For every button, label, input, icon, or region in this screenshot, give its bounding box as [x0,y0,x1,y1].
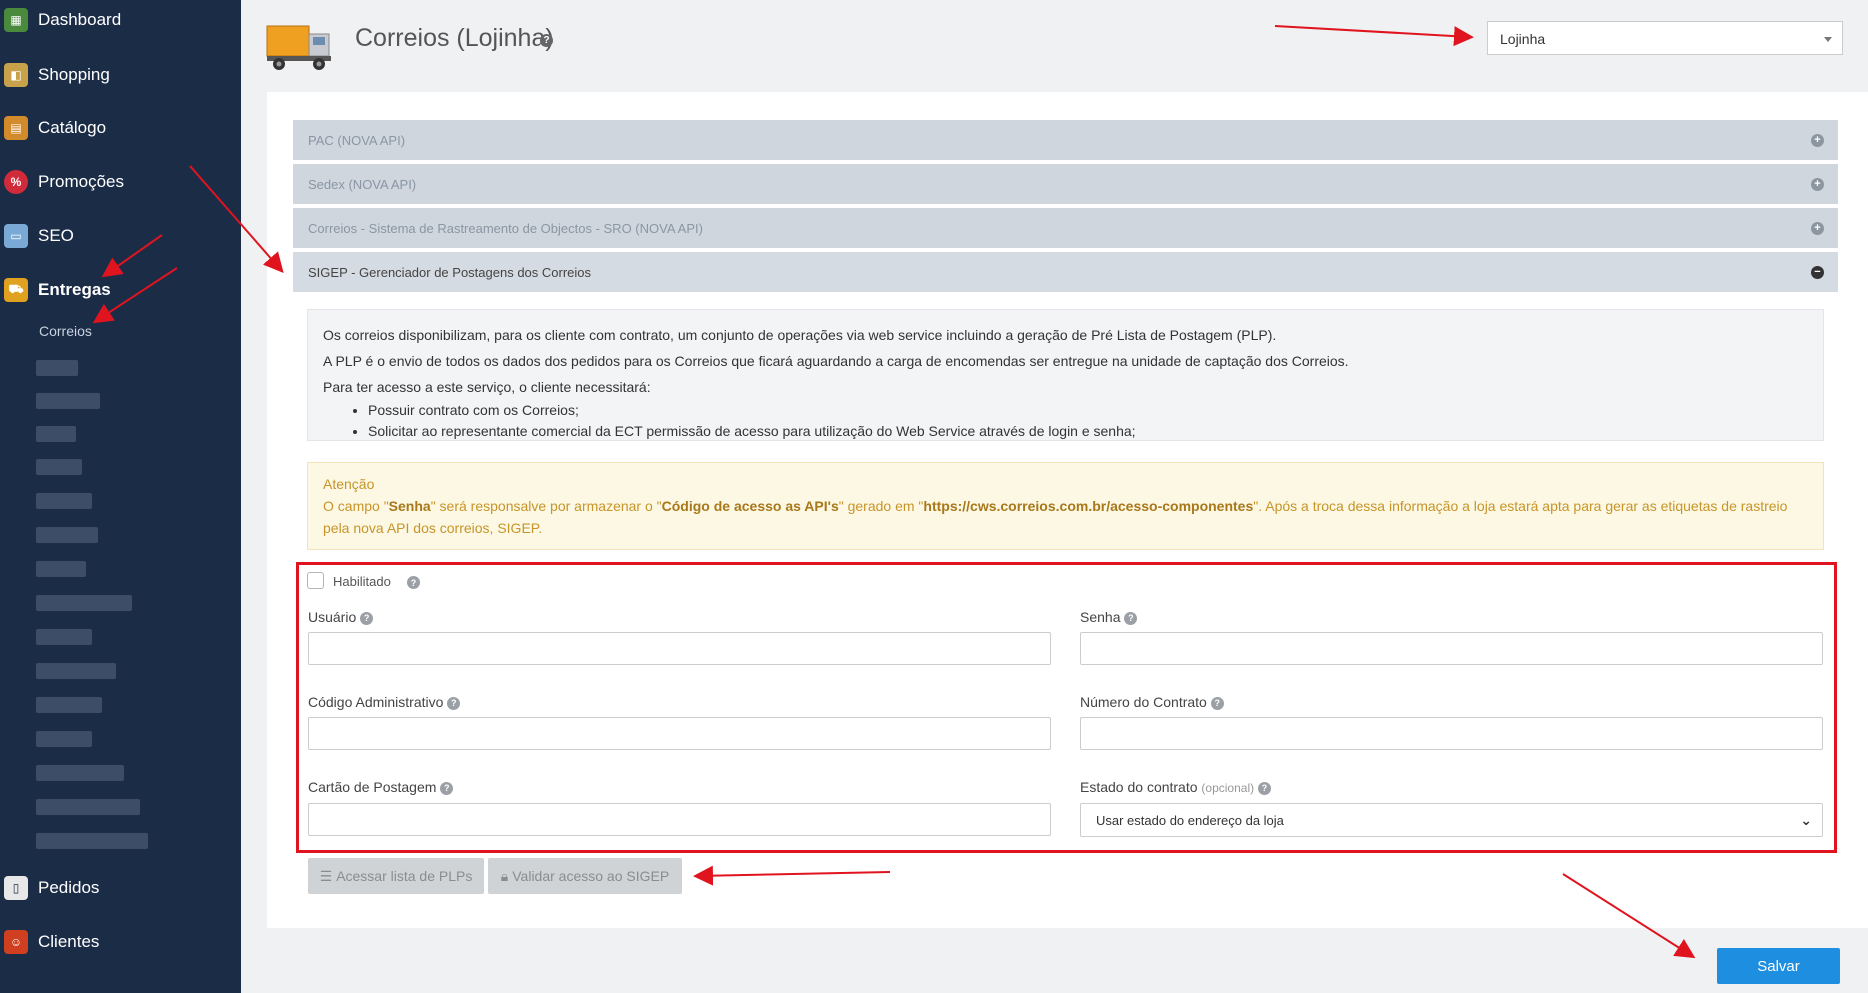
accordion-label: PAC (NOVA API) [308,132,406,148]
annotation-arrow [1274,25,1474,47]
store-select-value: Lojinha [1500,31,1546,47]
contract-state-value: Usar estado do endereço da loja [1096,813,1284,828]
help-icon[interactable]: ? [1258,781,1272,795]
plus-circle-icon: + [1811,178,1824,191]
blurred-menu-item [36,393,100,409]
catalog-icon: ▤ [4,116,28,140]
save-button[interactable]: Salvar [1717,948,1840,984]
contract-number-input[interactable] [1080,717,1823,750]
password-input[interactable] [1080,632,1823,665]
accordion-label: Correios - Sistema de Rastreamento de Ob… [308,220,703,236]
promotions-icon: % [4,170,28,194]
sidebar-subitem-correios[interactable]: Correios [39,323,92,339]
customers-icon: ☺ [4,930,28,954]
help-icon[interactable]: ? [540,34,553,47]
accordion-pac[interactable]: PAC (NOVA API) + [293,120,1838,162]
sidebar-item-label: Pedidos [38,878,100,897]
contract-state-label: Estado do contrato (opcional) ? [1080,779,1272,795]
help-icon[interactable]: ? [1210,696,1224,710]
contract-state-select[interactable]: Usar estado do endereço da loja ⌄ [1080,803,1823,837]
contract-number-label: Número do Contrato ? [1080,694,1224,710]
accordion-sro[interactable]: Correios - Sistema de Rastreamento de Ob… [293,208,1838,250]
plus-circle-icon: + [1811,222,1824,235]
sidebar-item-label: Promoções [38,172,124,191]
sidebar-item-seo[interactable]: ▭ SEO [0,216,241,256]
chevron-down-icon: ⌄ [1800,812,1812,828]
help-icon[interactable]: ? [1124,611,1138,625]
store-select[interactable]: Lojinha [1487,21,1843,55]
seo-icon: ▭ [4,224,28,248]
sidebar-item-label: Dashboard [38,10,122,29]
sidebar-item-orders[interactable]: ▯ Pedidos [0,868,241,908]
validate-sigep-button[interactable]: 🔒︎ Validar acesso ao SIGEP [488,858,682,894]
warning-text: O campo "Senha" será responsalve por arm… [323,498,1788,536]
list-icon: ☰ [319,867,333,884]
blurred-menu-item [36,765,124,781]
posting-card-label: Cartão de Postagem ? [308,779,454,795]
enabled-label: Habilitado [333,574,391,589]
sidebar-item-label: Shopping [38,65,110,84]
blurred-menu-item [36,595,132,611]
blurred-menu-item [36,833,148,849]
admin-code-input[interactable] [308,717,1051,750]
accordion-label: SIGEP - Gerenciador de Postagens dos Cor… [308,264,592,280]
info-text: A PLP é o envio de todos os dados dos pe… [323,353,1349,369]
plus-circle-icon: + [1811,134,1824,147]
blurred-menu-item [36,731,92,747]
accordion-sigep[interactable]: SIGEP - Gerenciador de Postagens dos Cor… [293,252,1838,294]
blurred-menu-item [36,663,116,679]
warning-title: Atenção [323,476,375,492]
sidebar-item-entregas[interactable]: ⛟ Entregas [0,270,241,310]
blurred-menu-item [36,459,82,475]
help-icon[interactable]: ? [407,576,420,589]
sidebar-item-label: Catálogo [38,118,107,137]
admin-code-label: Código Administrativo ? [308,694,461,710]
blurred-menu-item [36,629,92,645]
password-label: Senha ? [1080,609,1138,625]
info-box: Os correios disponibilizam, para os clie… [307,309,1824,441]
sidebar-item-label: SEO [38,226,74,245]
info-text: Para ter acesso a este serviço, o client… [323,379,651,395]
plp-list-button[interactable]: ☰ Acessar lista de PLPs [308,858,484,894]
accordion-sedex[interactable]: Sedex (NOVA API) + [293,164,1838,206]
delivery-truck-icon [266,25,331,70]
sidebar-item-customers[interactable]: ☺ Clientes [0,922,241,962]
lock-icon: 🔒︎ [500,867,509,884]
blurred-menu-item [36,527,98,543]
dashboard-icon: ▦ [4,8,28,32]
warning-box: Atenção O campo "Senha" será responsalve… [307,462,1824,550]
sidebar-item-label: Entregas [38,280,111,299]
chevron-down-icon [1824,37,1832,42]
blurred-menu-item [36,697,102,713]
user-input[interactable] [308,632,1051,665]
sidebar-item-catalog[interactable]: ▤ Catálogo [0,108,241,148]
orders-icon: ▯ [4,876,28,900]
page-title: Correios (Lojinha) [355,24,554,52]
sidebar-item-label: Clientes [38,932,100,951]
blurred-menu-item [36,561,86,577]
minus-circle-icon: − [1811,266,1824,279]
enabled-checkbox[interactable] [307,572,324,589]
info-text: Os correios disponibilizam, para os clie… [323,327,1277,343]
help-icon[interactable]: ? [447,696,461,710]
blurred-menu-item [36,426,76,442]
posting-card-input[interactable] [308,803,1051,836]
sidebar: ▦ Dashboard ◧ Shopping ▤ Catálogo % Prom… [0,0,241,993]
requirements-list: Possuir contrato com os Correios; Solici… [323,400,1808,442]
blurred-menu-item [36,360,78,376]
list-item: Solicitar ao representante comercial da … [368,421,1808,442]
sidebar-item-dashboard[interactable]: ▦ Dashboard [0,0,241,40]
list-item: Possuir contrato com os Correios; [368,400,1808,421]
shopping-icon: ◧ [4,63,28,87]
user-label: Usuário ? [308,609,374,625]
delivery-truck-icon: ⛟ [4,278,28,302]
help-icon[interactable]: ? [360,611,374,625]
help-icon[interactable]: ? [440,781,454,795]
accordion-label: Sedex (NOVA API) [308,176,417,192]
sidebar-item-shopping[interactable]: ◧ Shopping [0,55,241,95]
blurred-menu-item [36,799,140,815]
blurred-menu-item [36,493,92,509]
sidebar-item-promotions[interactable]: % Promoções [0,162,241,202]
